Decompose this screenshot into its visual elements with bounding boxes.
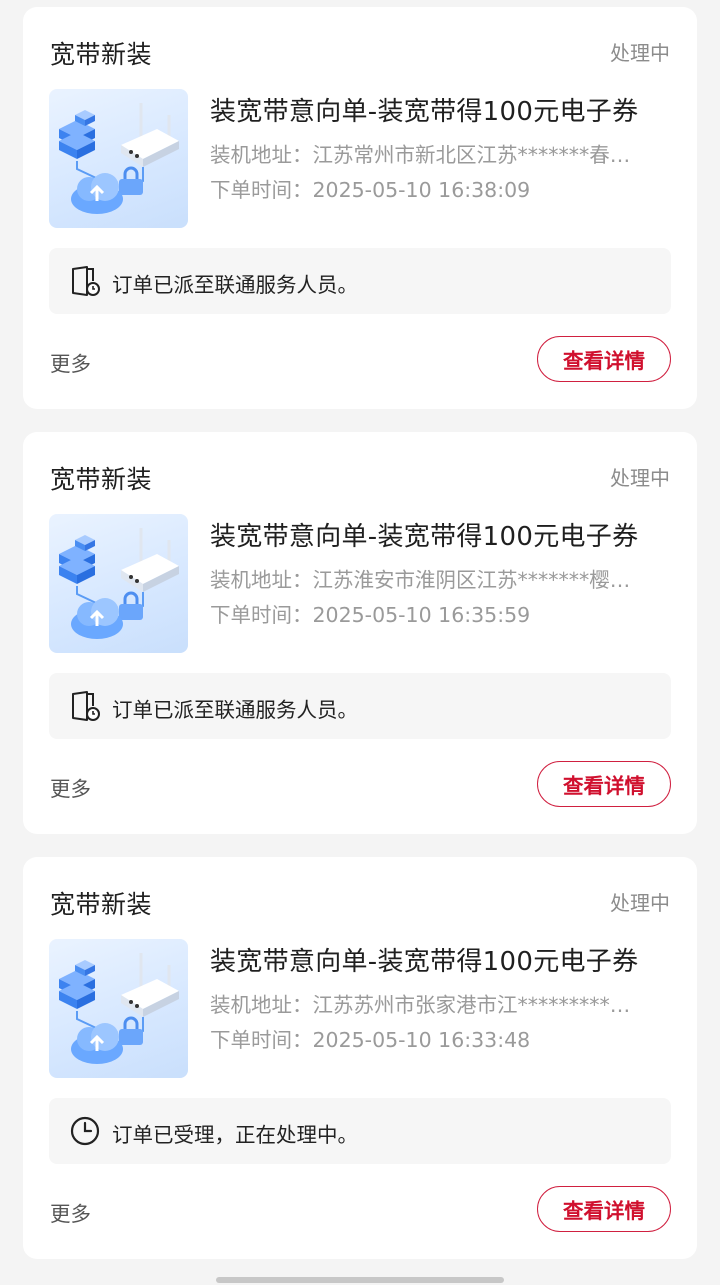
product-name: 装宽带意向单-装宽带得100元电子券 xyxy=(210,522,639,552)
router-icon xyxy=(121,528,179,592)
order-status: 处理中 xyxy=(610,891,670,915)
order-card[interactable]: 宽带新装 处理中 xyxy=(23,432,697,834)
cloud-upload-icon xyxy=(71,598,123,639)
install-address: 装机地址：江苏常州市新北区江苏*******春… xyxy=(210,143,631,167)
home-indicator[interactable] xyxy=(216,1277,504,1283)
order-notice: 订单已派至联通服务人员。 xyxy=(49,673,671,739)
order-time: 下单时间：2025-05-10 16:35:59 xyxy=(210,603,531,627)
lock-icon xyxy=(119,166,143,195)
more-link[interactable]: 更多 xyxy=(50,1197,91,1227)
broadband-product-image[interactable] xyxy=(49,939,188,1078)
clock-icon xyxy=(70,1116,100,1146)
broadband-product-image[interactable] xyxy=(49,89,188,228)
order-card[interactable]: 宽带新装 处理中 xyxy=(23,7,697,409)
notice-text: 订单已派至联通服务人员。 xyxy=(112,698,358,722)
order-notice: 订单已受理，正在处理中。 xyxy=(49,1098,671,1164)
product-name: 装宽带意向单-装宽带得100元电子券 xyxy=(210,947,639,977)
router-icon xyxy=(121,103,179,167)
dispatch-door-icon xyxy=(72,266,100,296)
view-details-button[interactable]: 查看详情 xyxy=(537,336,671,382)
notice-text: 订单已受理，正在处理中。 xyxy=(112,1123,358,1147)
order-card[interactable]: 宽带新装 处理中 xyxy=(23,857,697,1259)
order-status: 处理中 xyxy=(610,41,670,65)
cloud-upload-icon xyxy=(71,1023,123,1064)
more-link[interactable]: 更多 xyxy=(50,772,91,802)
order-status: 处理中 xyxy=(610,466,670,490)
install-address: 装机地址：江苏淮安市淮阴区江苏*******樱… xyxy=(210,568,631,592)
server-stack-icon xyxy=(59,110,95,159)
order-time: 下单时间：2025-05-10 16:38:09 xyxy=(210,178,531,202)
broadband-product-image[interactable] xyxy=(49,514,188,653)
lock-icon xyxy=(119,1016,143,1045)
server-stack-icon xyxy=(59,960,95,1009)
order-category: 宽带新装 xyxy=(50,890,153,919)
more-link[interactable]: 更多 xyxy=(50,347,91,377)
order-time: 下单时间：2025-05-10 16:33:48 xyxy=(210,1028,531,1052)
notice-text: 订单已派至联通服务人员。 xyxy=(112,273,358,297)
cloud-upload-icon xyxy=(71,173,123,214)
view-details-button[interactable]: 查看详情 xyxy=(537,761,671,807)
server-stack-icon xyxy=(59,535,95,584)
dispatch-door-icon xyxy=(72,691,100,721)
install-address: 装机地址：江苏苏州市张家港市江*********… xyxy=(210,993,631,1017)
view-details-button[interactable]: 查看详情 xyxy=(537,1186,671,1232)
order-category: 宽带新装 xyxy=(50,465,153,494)
order-notice: 订单已派至联通服务人员。 xyxy=(49,248,671,314)
router-icon xyxy=(121,953,179,1017)
product-name: 装宽带意向单-装宽带得100元电子券 xyxy=(210,97,639,127)
lock-icon xyxy=(119,591,143,620)
order-category: 宽带新装 xyxy=(50,40,153,69)
